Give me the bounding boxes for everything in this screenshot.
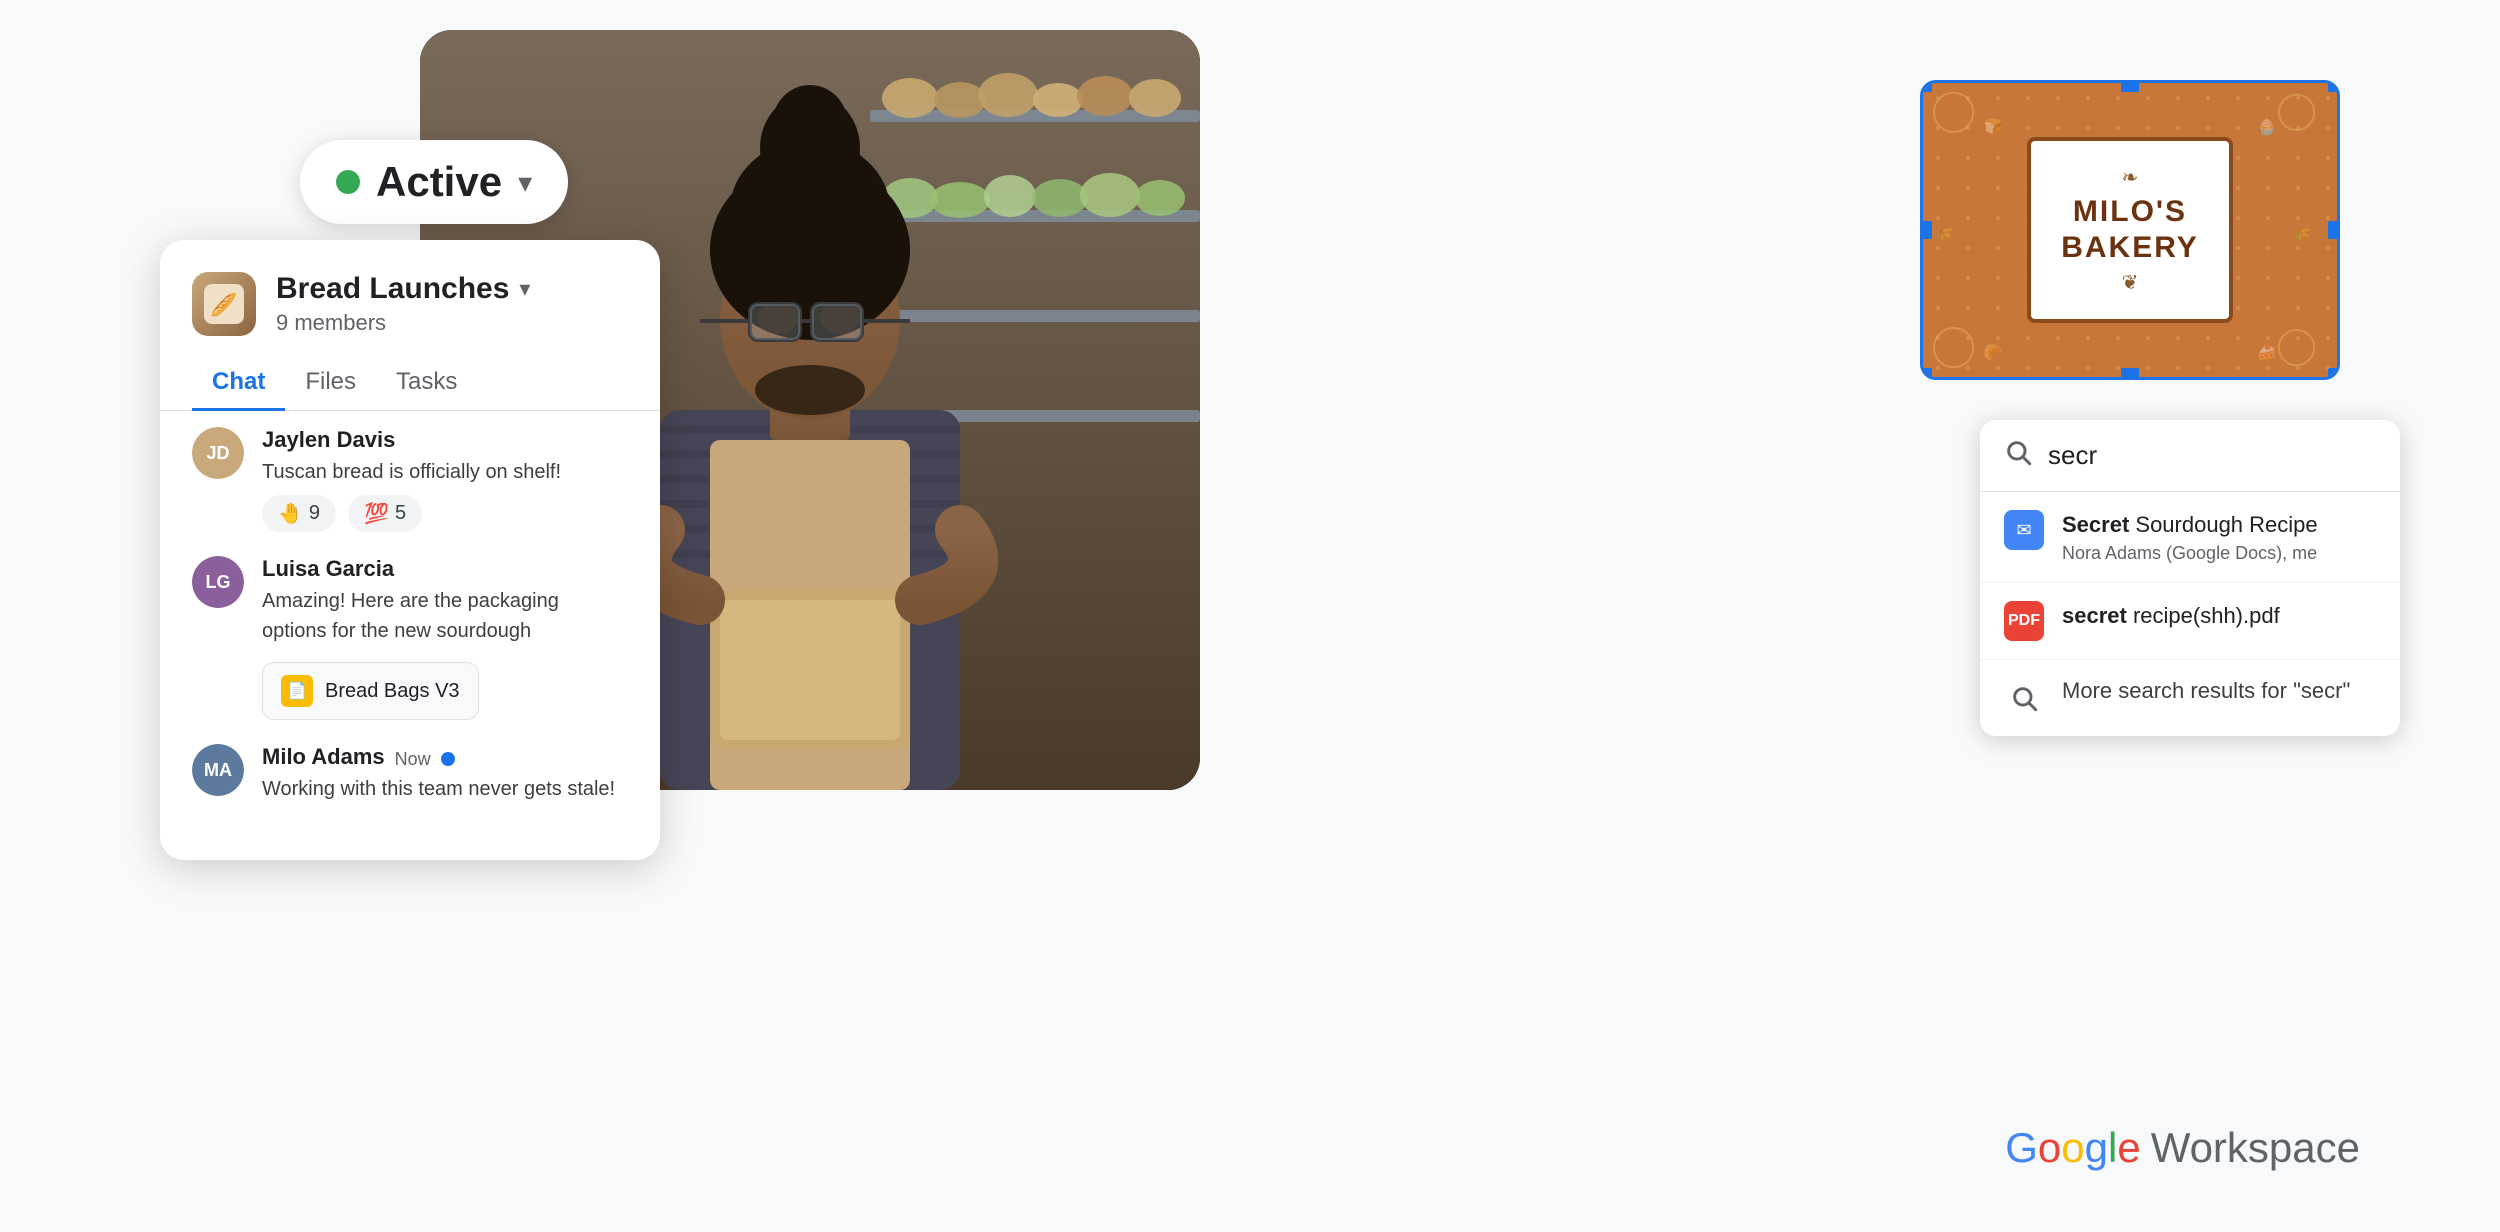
search-result[interactable]: ✉ Secret Sourdough Recipe Nora Adams (Go…: [1980, 492, 2400, 583]
message-content: Luisa Garcia Amazing! Here are the packa…: [262, 556, 628, 720]
search-result-more[interactable]: More search results for "secr": [1980, 660, 2400, 736]
sender-name: Luisa Garcia: [262, 556, 394, 582]
svg-text:🍰: 🍰: [2257, 342, 2277, 361]
active-indicator-dot: [336, 170, 360, 194]
file-icon: 📄: [281, 675, 313, 707]
result-subtitle: Nora Adams (Google Docs), me: [2062, 543, 2376, 564]
google-text: Google: [2005, 1124, 2140, 1172]
wheat-bottom: ❦: [2061, 270, 2199, 295]
result-content: More search results for "secr": [2062, 678, 2376, 704]
chat-group-dropdown-icon[interactable]: ▾: [519, 276, 530, 302]
result-pdf-icon: PDF: [2004, 601, 2044, 641]
avatar: MA: [192, 744, 244, 796]
active-chevron-icon: ▾: [518, 166, 532, 199]
result-title: secret recipe(shh).pdf: [2062, 601, 2376, 632]
online-indicator: [441, 752, 455, 766]
chat-group-name: Bread Launches: [276, 272, 509, 306]
chat-message: LG Luisa Garcia Amazing! Here are the pa…: [192, 556, 628, 720]
bakery-name-line1: MILO'S: [2061, 194, 2199, 230]
google-workspace-logo: Google Workspace: [2005, 1124, 2360, 1172]
file-name: Bread Bags V3: [325, 680, 460, 703]
svg-text:🍞: 🍞: [1983, 117, 2003, 136]
search-input-row[interactable]: secr: [1980, 420, 2400, 492]
workspace-text: Workspace: [2151, 1124, 2360, 1172]
message-content: Jaylen Davis Tuscan bread is officially …: [262, 427, 628, 532]
chat-group-avatar: 🥖: [192, 272, 256, 336]
chat-message: MA Milo Adams Now Working with this team…: [192, 744, 628, 812]
chat-members-count: 9 members: [276, 310, 628, 336]
active-label: Active: [376, 158, 502, 206]
result-content: Secret Sourdough Recipe Nora Adams (Goog…: [2062, 510, 2376, 564]
result-email-icon: ✉: [2004, 510, 2044, 550]
search-result[interactable]: PDF secret recipe(shh).pdf: [1980, 583, 2400, 660]
avatar: LG: [192, 556, 244, 608]
result-content: secret recipe(shh).pdf: [2062, 601, 2376, 632]
result-search-icon: [2004, 678, 2044, 718]
reaction-1[interactable]: 🤚 9: [262, 495, 336, 532]
chat-message: JD Jaylen Davis Tuscan bread is official…: [192, 427, 628, 532]
tab-chat[interactable]: Chat: [192, 356, 285, 411]
svg-text:🌾: 🌾: [1934, 226, 1954, 244]
bakery-name-line2: BAKERY: [2061, 230, 2199, 266]
tab-files[interactable]: Files: [285, 356, 376, 411]
svg-text:🧁: 🧁: [2257, 117, 2277, 136]
search-icon: [2004, 438, 2032, 473]
avatar: JD: [192, 427, 244, 479]
sender-name: Jaylen Davis: [262, 427, 395, 453]
chat-panel: 🥖 Bread Launches ▾ 9 members Chat Files …: [160, 240, 660, 860]
resize-handle-bm[interactable]: [2121, 368, 2139, 380]
search-query: secr: [2048, 440, 2097, 471]
active-status-pill[interactable]: Active ▾: [300, 140, 568, 224]
svg-text:🥐: 🥐: [1983, 343, 2003, 361]
message-content: Milo Adams Now Working with this team ne…: [262, 744, 628, 812]
wheat-top: ❧: [2061, 165, 2199, 190]
resize-handle-mr[interactable]: [2328, 221, 2340, 239]
message-reactions: 🤚 9 💯 5: [262, 495, 628, 532]
file-attachment[interactable]: 📄 Bread Bags V3: [262, 662, 479, 720]
bakery-card[interactable]: 🍞 🧁 🥐 🍰 🌾 🌾 ❧ MILO'S BAKERY ❦: [1920, 80, 2340, 380]
sender-name: Milo Adams: [262, 744, 385, 770]
result-title: Secret Sourdough Recipe: [2062, 510, 2376, 541]
tab-tasks[interactable]: Tasks: [376, 356, 477, 411]
svg-text:🥖: 🥖: [210, 292, 237, 317]
resize-handle-tm[interactable]: [2121, 80, 2139, 92]
chat-messages-list: JD Jaylen Davis Tuscan bread is official…: [160, 427, 660, 812]
chat-title-area: Bread Launches ▾ 9 members: [276, 272, 628, 336]
chat-tabs: Chat Files Tasks: [160, 356, 660, 411]
reaction-2[interactable]: 💯 5: [348, 495, 422, 532]
message-text: Working with this team never gets stale!: [262, 774, 628, 804]
more-results-text: More search results for "secr": [2062, 678, 2376, 704]
message-text: Amazing! Here are the packaging options …: [262, 586, 628, 646]
search-dropdown: secr ✉ Secret Sourdough Recipe Nora Adam…: [1980, 420, 2400, 736]
svg-text:🌾: 🌾: [2292, 226, 2312, 244]
resize-handle-ml[interactable]: [1920, 221, 1932, 239]
chat-header: 🥖 Bread Launches ▾ 9 members: [160, 272, 660, 356]
bakery-logo-box: ❧ MILO'S BAKERY ❦: [2027, 137, 2233, 323]
message-time: Now: [395, 749, 431, 770]
message-text: Tuscan bread is officially on shelf!: [262, 457, 628, 487]
